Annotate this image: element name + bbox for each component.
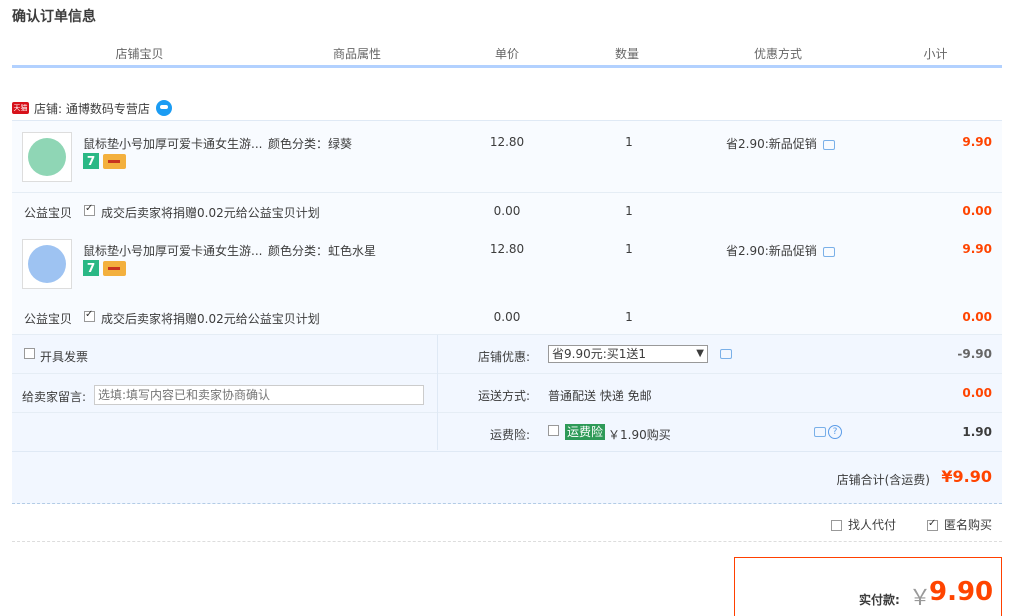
col-unit-price: 单价 — [494, 47, 519, 61]
item-row: 鼠标垫小号加厚可爱卡通女生游... 7 颜色分类：虹色水星 12.80 1 省2… — [12, 228, 1002, 300]
pay-for-me-label: 找人代付 — [847, 518, 896, 532]
help-icon[interactable]: ? — [828, 425, 842, 439]
shop-coupon-row: 店铺优惠: 省9.90元:买1送1 ▼ -9.90 — [438, 335, 1002, 374]
order-box: 鼠标垫小号加厚可爱卡通女生游... 7 颜色分类：绿葵 12.80 1 省2.9… — [12, 120, 1002, 504]
anonymous-option[interactable]: 匿名购买 — [926, 516, 992, 533]
charity-checkbox[interactable] — [84, 309, 95, 322]
item-subtotal: 9.90 — [962, 242, 992, 256]
unit-price: 12.80 — [489, 135, 525, 149]
shop-total-label: 店铺合计(含运费) — [836, 473, 930, 487]
charity-label: 公益宝贝 — [24, 206, 73, 220]
quantity: 1 — [625, 135, 633, 149]
seven-day-return-icon: 7 — [83, 260, 99, 276]
charity-subtotal: 0.00 — [962, 310, 992, 324]
product-image — [28, 245, 66, 283]
payment-amount: 9.90 — [929, 577, 994, 607]
unit-price: 12.80 — [489, 242, 525, 256]
col-discount: 优惠方式 — [753, 47, 802, 61]
chat-bubble-icon[interactable] — [155, 100, 172, 116]
item-row: 鼠标垫小号加厚可爱卡通女生游... 7 颜色分类：绿葵 12.80 1 省2.9… — [12, 121, 1002, 193]
col-quantity: 数量 — [614, 47, 639, 61]
comment-icon[interactable] — [720, 349, 732, 359]
shipping-panel: 店铺优惠: 省9.90元:买1送1 ▼ -9.90 运送方式: 普通配送 快递 … — [437, 335, 1002, 450]
chevron-down-icon: ▼ — [696, 348, 704, 359]
page-title: 确认订单信息 — [12, 9, 96, 25]
col-shop-item: 店铺宝贝 — [115, 47, 164, 61]
shop-total-value: ¥9.90 — [941, 467, 992, 486]
product-title[interactable]: 鼠标垫小号加厚可爱卡通女生游... — [83, 135, 263, 152]
charity-price: 0.00 — [493, 204, 521, 218]
promotion-text: 省2.90:新品促销 — [726, 137, 817, 151]
comment-icon[interactable] — [822, 139, 835, 150]
credit-card-icon — [103, 154, 126, 169]
insurance-checkbox[interactable] — [548, 425, 559, 436]
promotion: 省2.90:新品促销 — [726, 135, 835, 152]
shipping-row: 运送方式: 普通配送 快递 免邮 0.00 — [438, 374, 1002, 413]
comment-icon[interactable] — [814, 427, 826, 437]
message-row: 给卖家留言: — [12, 374, 437, 413]
column-header: 店铺宝贝 商品属性 单价 数量 优惠方式 小计 — [12, 44, 1002, 68]
promotion-text: 省2.90:新品促销 — [726, 244, 817, 258]
charity-row: 公益宝贝 成交后卖家将捐赠0.02元给公益宝贝计划 0.00 1 0.00 — [12, 193, 1002, 229]
charity-qty: 1 — [625, 310, 633, 324]
credit-card-icon — [103, 261, 126, 276]
product-title[interactable]: 鼠标垫小号加厚可爱卡通女生游... — [83, 242, 263, 259]
promotion: 省2.90:新品促销 — [726, 242, 835, 259]
payment-label: 实付款: — [859, 593, 900, 607]
seven-day-return-icon: 7 — [83, 153, 99, 169]
shop-total-row: 店铺合计(含运费) ¥9.90 — [12, 451, 1002, 504]
charity-subtotal: 0.00 — [962, 204, 992, 218]
insurance-tag: 运费险 — [565, 424, 606, 440]
product-thumbnail[interactable] — [22, 132, 72, 182]
shipping-value: 0.00 — [962, 386, 992, 400]
shop-coupon-selected: 省9.90元:买1送1 — [552, 347, 647, 361]
charity-price: 0.00 — [493, 310, 521, 324]
charity-row: 公益宝贝 成交后卖家将捐赠0.02元给公益宝贝计划 0.00 1 0.00 — [12, 299, 1002, 335]
charity-label: 公益宝贝 — [24, 312, 73, 326]
shop-coupon-value: -9.90 — [957, 347, 992, 361]
shop-line: 天猫 店铺: 通博数码专营店 — [12, 98, 172, 118]
shop-coupon-select[interactable]: 省9.90元:买1送1 ▼ — [548, 345, 708, 363]
invoice-checkbox[interactable] — [24, 348, 35, 359]
charity-qty: 1 — [625, 204, 633, 218]
col-subtotal: 小计 — [923, 47, 948, 61]
invoice-label[interactable]: 开具发票 — [40, 348, 88, 365]
message-label: 给卖家留言: — [22, 390, 87, 404]
anonymous-label: 匿名购买 — [943, 518, 992, 532]
col-attributes: 商品属性 — [332, 47, 381, 61]
quantity: 1 — [625, 242, 633, 256]
invoice-row: 开具发票 — [12, 335, 437, 374]
charity-text: 成交后卖家将捐赠0.02元给公益宝贝计划 — [101, 312, 320, 326]
comment-icon[interactable] — [822, 246, 835, 257]
pay-for-me-checkbox[interactable] — [830, 520, 842, 531]
product-image — [28, 138, 66, 176]
order-extras-panel: 开具发票 给卖家留言: — [12, 335, 437, 450]
pay-for-me-option[interactable]: 找人代付 — [830, 516, 896, 533]
currency-symbol: ￥ — [909, 586, 932, 611]
shop-coupon-label: 店铺优惠: — [478, 350, 531, 364]
product-attribute: 颜色分类：绿葵 — [268, 137, 353, 151]
seller-message-input[interactable] — [94, 385, 424, 405]
shipping-label: 运送方式: — [478, 389, 531, 403]
charity-checkbox[interactable] — [84, 203, 95, 216]
insurance-price: ￥1.90购买 — [608, 428, 671, 442]
payment-summary: 实付款: ￥ 9.90 — [734, 557, 1002, 616]
shop-name[interactable]: 店铺: 通博数码专营店 — [34, 100, 150, 117]
purchase-options: 找人代付 匿名购买 — [12, 504, 1002, 542]
item-subtotal: 9.90 — [962, 135, 992, 149]
charity-text: 成交后卖家将捐赠0.02元给公益宝贝计划 — [101, 206, 320, 220]
tmall-icon: 天猫 — [12, 102, 29, 114]
anonymous-checkbox[interactable] — [926, 518, 938, 531]
product-thumbnail[interactable] — [22, 239, 72, 289]
shipping-method: 普通配送 快递 免邮 — [548, 389, 652, 403]
product-attribute: 颜色分类：虹色水星 — [268, 244, 377, 258]
insurance-row: 运费险: 运费险 ￥1.90购买 ? 1.90 — [438, 413, 1002, 452]
insurance-label: 运费险: — [490, 428, 531, 442]
insurance-value: 1.90 — [962, 425, 992, 439]
